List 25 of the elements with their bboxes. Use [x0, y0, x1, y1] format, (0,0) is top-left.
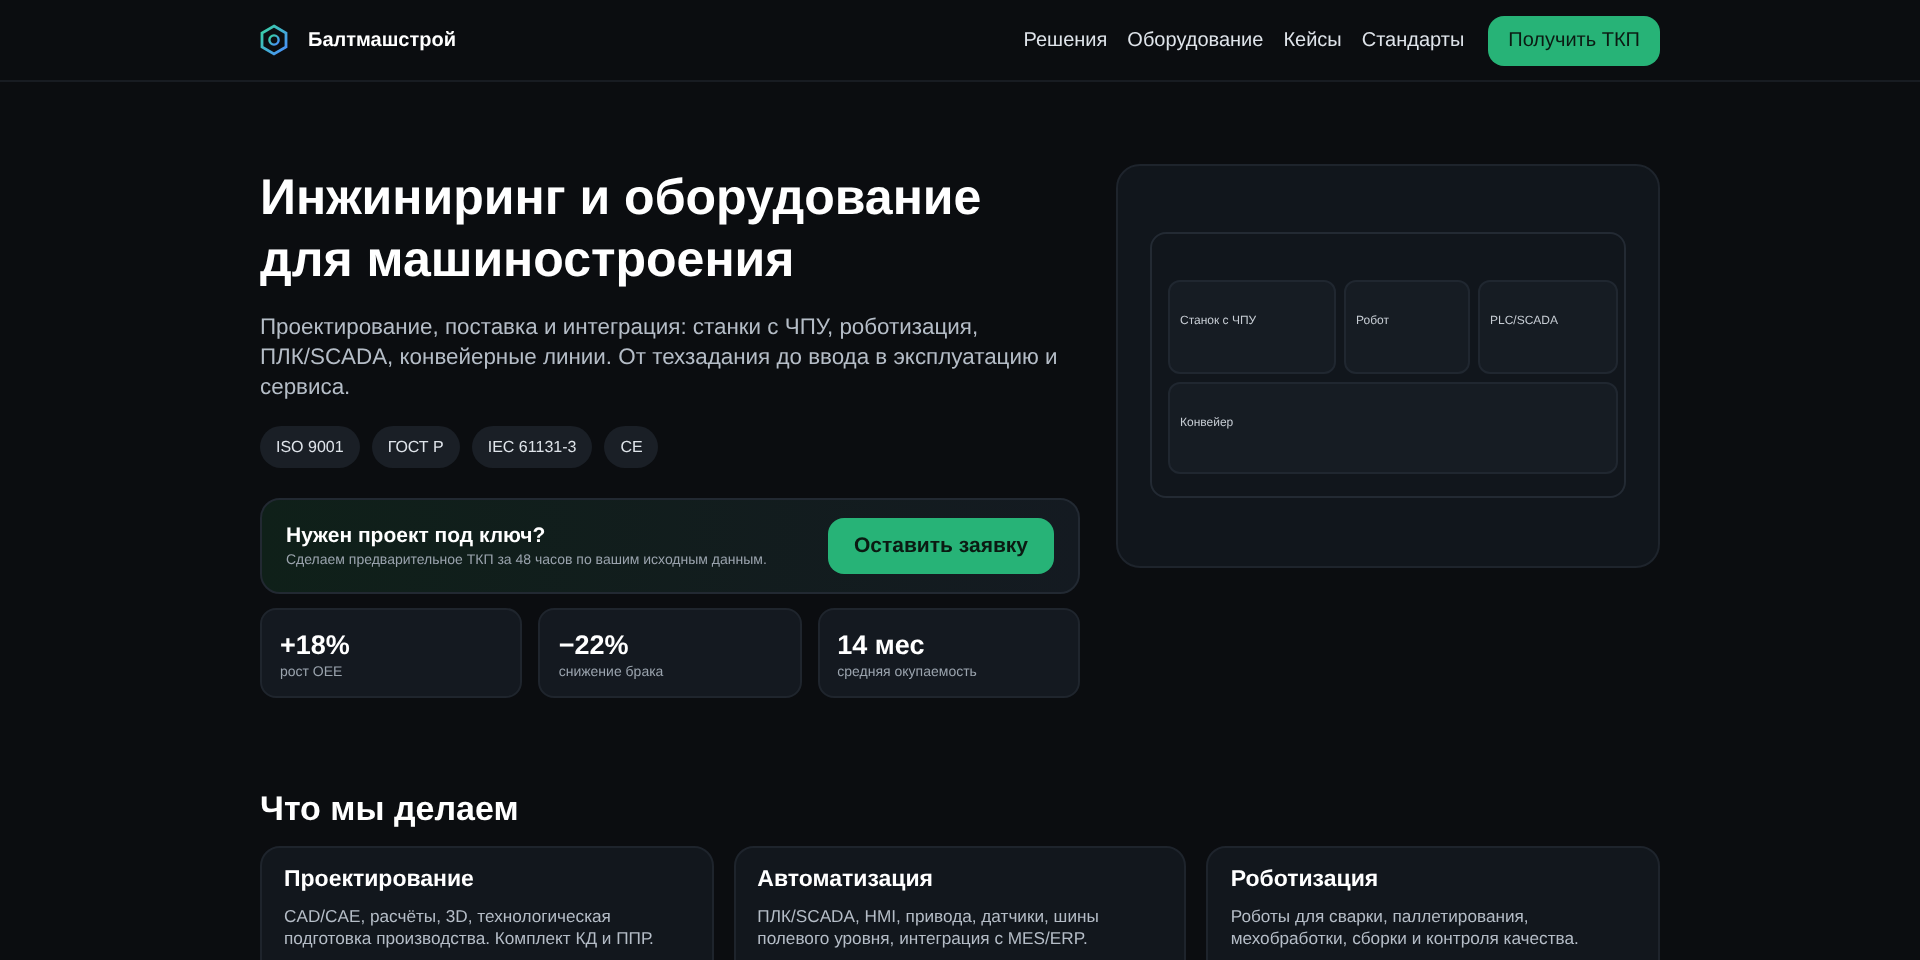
card-text: ПЛК/SCADA, HMI, привода, датчики, шины полевого уровня, интеграция с MES/ERP. [757, 906, 1101, 950]
nav-link[interactable]: Стандарты [1361, 29, 1465, 51]
standard-badge: CE [604, 426, 659, 468]
card-title: Роботизация [1230, 868, 1381, 892]
hexagon-logo-icon [260, 24, 288, 56]
card-text: CAD/CAE, расчёты, 3D, технологическая подготовка производства. Комплект КД и ППР. [284, 906, 656, 950]
card-title: Автоматизация [757, 868, 936, 892]
section-title: Что мы делаем [260, 790, 521, 830]
brand-name[interactable]: Балтмашстрой [308, 29, 456, 51]
nav-link[interactable]: Решения [1023, 29, 1108, 51]
standard-badge: ISO 9001 [260, 426, 360, 468]
card-title: Проектирование [284, 868, 476, 892]
hero-title: Инжиниринг и оборудование для машиностроения [260, 168, 984, 292]
request-button[interactable]: Оставить заявку [827, 518, 1054, 574]
nav-link[interactable]: Кейсы [1283, 29, 1342, 51]
quote-button[interactable]: Получить ТКП [1488, 15, 1660, 65]
stat-value: −22% [558, 630, 631, 660]
callout-title: Нужен проект под ключ? [286, 524, 548, 548]
nav-link[interactable]: Оборудование [1127, 29, 1264, 51]
card-text: Роботы для сварки, паллетирования, мехобработки, сборки и контроля качества. [1230, 906, 1581, 950]
hero-lead: Проектирование, поставка и интеграция: станки с ЧПУ, роботизация, ПЛК/SCADA, конвейерные линии. От техзадания до ввода в эксплуатацию и сервиса. [260, 314, 1060, 404]
stat-value: 14 мес [837, 630, 927, 660]
stat-value: +18% [280, 630, 352, 660]
standard-badge: IEC 61131-3 [471, 426, 593, 468]
standard-badge: ГОСТ Р [371, 426, 460, 468]
